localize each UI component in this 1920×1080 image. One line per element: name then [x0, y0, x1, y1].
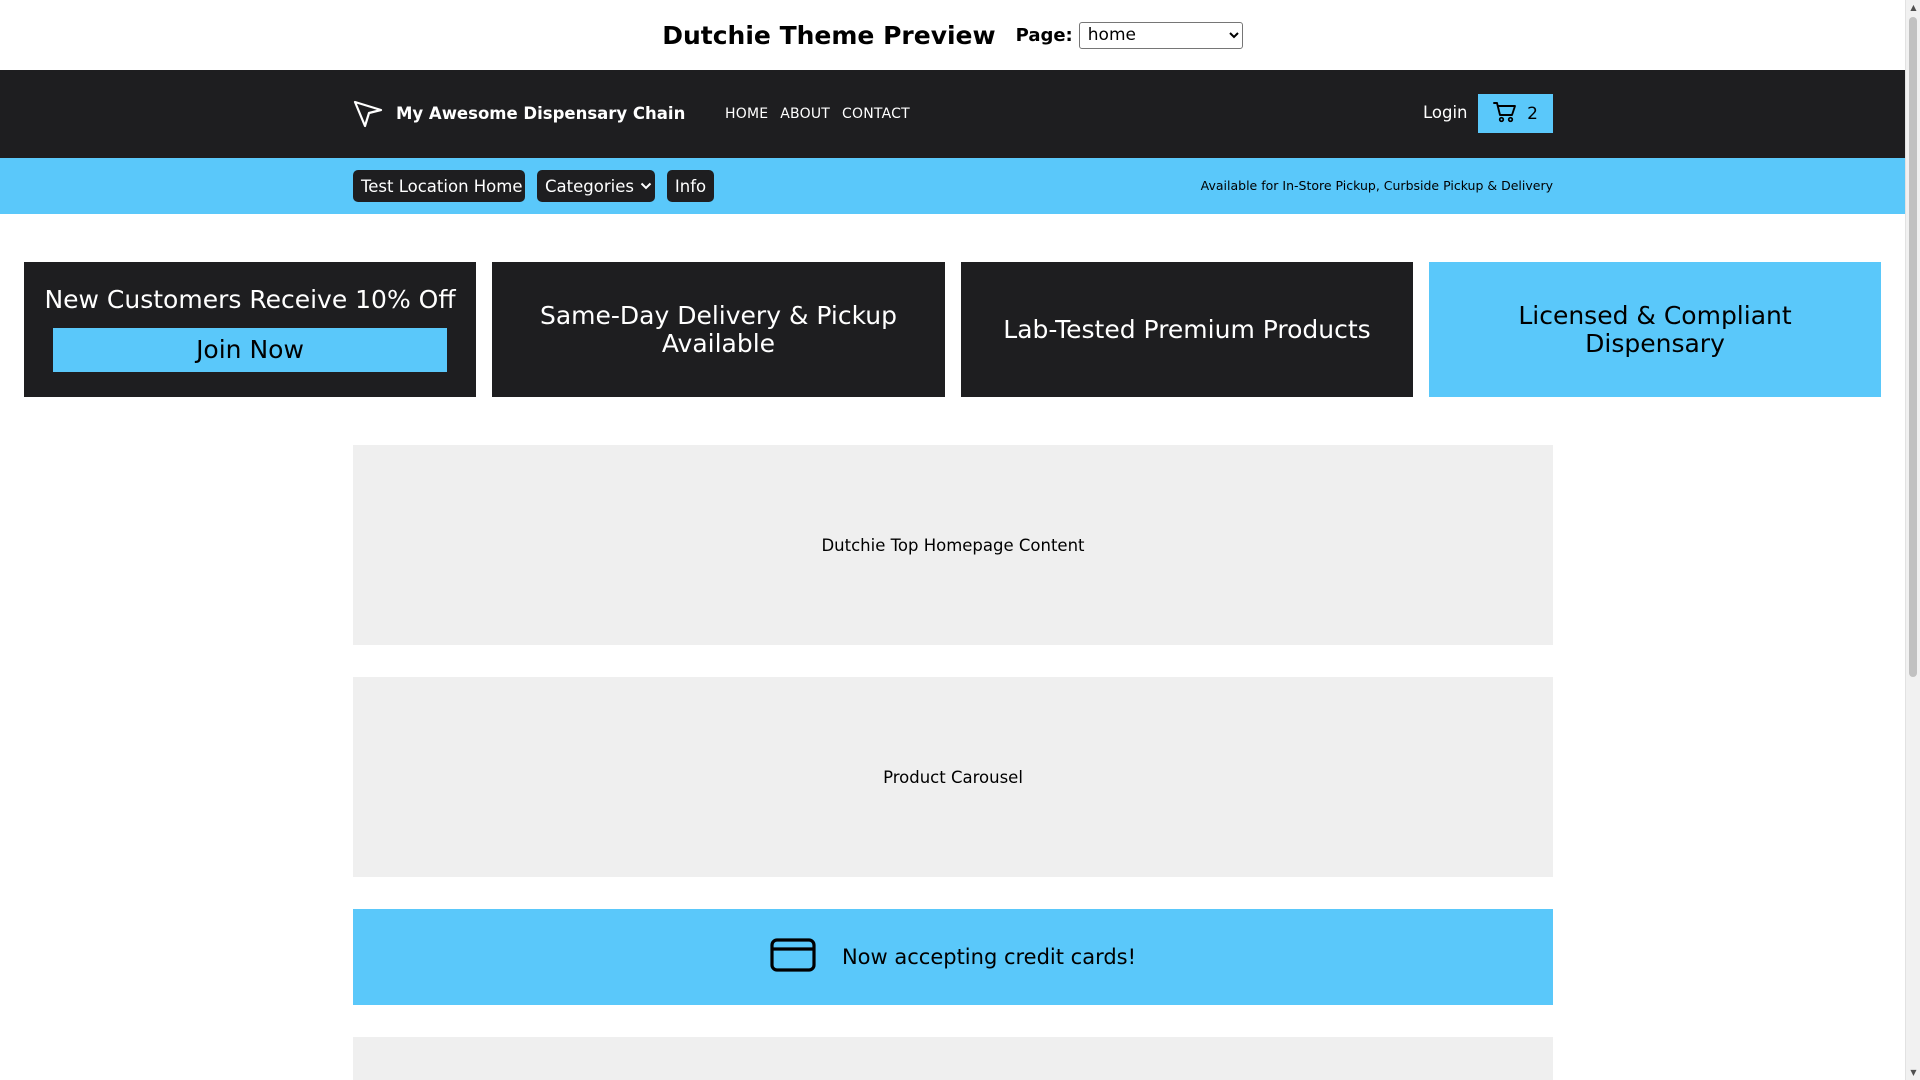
nav-about[interactable]: ABOUT — [780, 106, 830, 122]
page: Dutchie Theme Preview Page: home My Awes… — [0, 0, 1905, 1080]
promo-new-customers: New Customers Receive 10% Off Join Now — [24, 262, 476, 397]
product-carousel: Product Carousel — [353, 677, 1553, 877]
credit-card-banner: Now accepting credit cards! — [353, 909, 1553, 1005]
top-homepage-content: Dutchie Top Homepage Content — [353, 445, 1553, 645]
main-nav: HOME ABOUT CONTACT — [725, 106, 910, 122]
brand-name[interactable]: My Awesome Dispensary Chain — [396, 104, 685, 123]
preview-bar: Dutchie Theme Preview Page: home — [0, 0, 1905, 70]
promo-delivery: Same-Day Delivery & Pickup Available — [492, 262, 945, 397]
nav-home[interactable]: HOME — [725, 106, 768, 122]
promo-licensed-text: Licensed & Compliant Dispensary — [1518, 301, 1792, 358]
promo-licensed: Licensed & Compliant Dispensary — [1429, 262, 1881, 397]
availability-text: Available for In-Store Pickup, Curbside … — [1200, 178, 1553, 193]
promo-lab-tested-text: Lab-Tested Premium Products — [1003, 314, 1371, 344]
categories-label: Categories — [545, 176, 634, 196]
page-select[interactable]: home — [1078, 21, 1243, 49]
location-bar: Test Location Home Categories Info Avail… — [0, 158, 1905, 214]
page-label: Page: — [1015, 24, 1073, 46]
scrollbar-thumb[interactable] — [1909, 17, 1917, 677]
cart-button[interactable]: 2 — [1478, 94, 1553, 133]
scroll-down-arrow-icon[interactable]: ▼ — [1906, 1065, 1920, 1080]
credit-card-text: Now accepting credit cards! — [841, 945, 1137, 969]
navigation-arrow-icon[interactable] — [352, 98, 384, 130]
credit-card-icon — [770, 938, 816, 976]
join-now-button[interactable]: Join Now — [53, 327, 447, 372]
promo-delivery-text: Same-Day Delivery & Pickup Available — [539, 301, 898, 358]
nav-contact[interactable]: CONTACT — [842, 106, 910, 122]
login-link[interactable]: Login — [1423, 103, 1468, 122]
cart-icon — [1493, 101, 1517, 127]
info-button[interactable]: Info — [667, 170, 714, 202]
bottom-content-block — [353, 1037, 1553, 1080]
product-carousel-label: Product Carousel — [883, 767, 1023, 787]
scroll-up-arrow-icon[interactable]: ▲ — [1906, 0, 1920, 15]
preview-title: Dutchie Theme Preview — [662, 20, 996, 50]
chevron-down-icon — [640, 182, 652, 190]
promo-lab-tested: Lab-Tested Premium Products — [961, 262, 1413, 397]
top-homepage-content-label: Dutchie Top Homepage Content — [821, 535, 1085, 555]
categories-dropdown[interactable]: Categories — [537, 170, 655, 202]
location-home-button[interactable]: Test Location Home — [353, 170, 525, 202]
promo-new-customers-text: New Customers Receive 10% Off — [44, 285, 456, 314]
vertical-scrollbar[interactable]: ▲ ▼ — [1905, 0, 1920, 1080]
cart-count: 2 — [1527, 103, 1538, 124]
site-header: My Awesome Dispensary Chain HOME ABOUT C… — [0, 70, 1905, 158]
